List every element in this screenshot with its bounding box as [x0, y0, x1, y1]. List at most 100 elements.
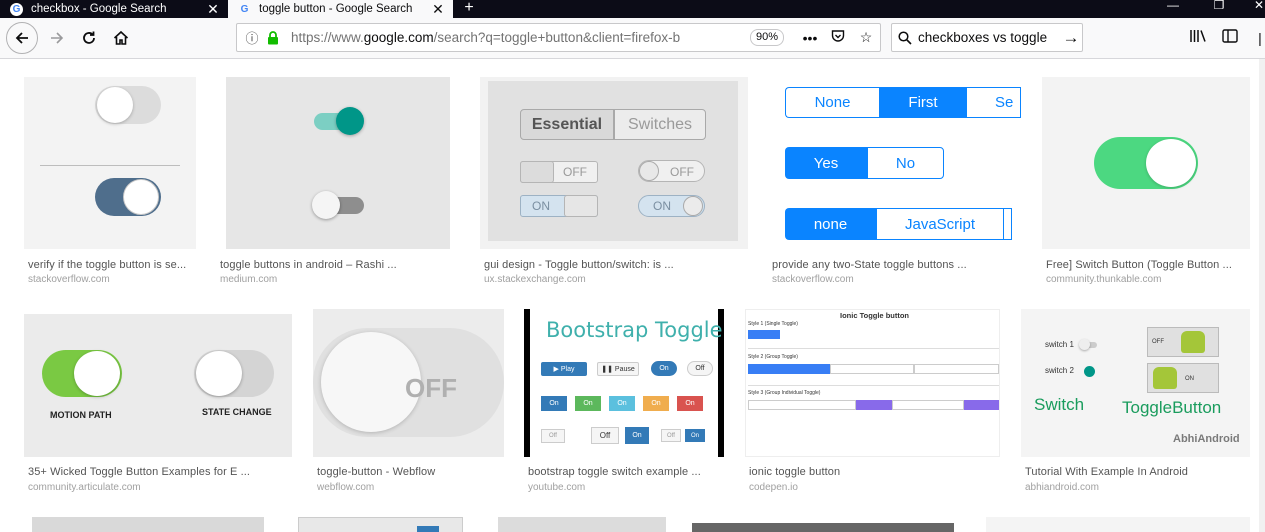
search-icon: [892, 30, 918, 45]
ionic-individual-active: [856, 400, 892, 410]
result-thumbnail[interactable]: Bootstrap Toggle ▶ Play ❚❚ Pause On Off …: [524, 309, 724, 457]
bookmark-star-icon[interactable]: ☆: [852, 29, 880, 46]
url-text[interactable]: https://www.google.com/search?q=toggle+b…: [283, 30, 750, 45]
close-tab-icon[interactable]: ✕: [429, 1, 447, 18]
result-thumbnail[interactable]: OFF: [313, 309, 504, 457]
result-title[interactable]: 35+ Wicked Toggle Button Examples for E …: [28, 466, 250, 478]
result-thumbnail-partial[interactable]: [686, 517, 958, 532]
toggle-label-off: OFF: [405, 373, 457, 403]
result-thumbnail[interactable]: Essential Switches OFF OFF ON ON: [480, 77, 748, 249]
ionic-individual-item: [748, 400, 856, 410]
toggle-knob: [683, 196, 703, 216]
result-thumbnail-partial[interactable]: [298, 517, 463, 532]
result-thumbnail-partial[interactable]: [986, 517, 1250, 532]
result-thumbnail[interactable]: MOTION PATH STATE CHANGE: [24, 314, 292, 457]
result-source: community.thunkable.com: [1046, 274, 1162, 285]
toggle-label-on: ON: [532, 199, 550, 213]
ionic-style-3: Style 3 (Group Individual Toggle): [748, 390, 821, 396]
result-thumbnail[interactable]: None First Se Yes No none JavaScript: [768, 77, 1021, 249]
result-thumbnail[interactable]: [1042, 77, 1250, 249]
result-thumbnail[interactable]: switch 1 switch 2 OFF ON Switch ToggleBu…: [1021, 309, 1250, 457]
demo-on-info: On: [609, 396, 635, 411]
zoom-indicator[interactable]: 90%: [750, 29, 784, 46]
image-result-card[interactable]: Bootstrap Toggle ▶ Play ❚❚ Pause On Off …: [524, 309, 724, 499]
switch-knob: [1079, 339, 1090, 350]
result-title[interactable]: toggle-button - Webflow: [317, 466, 435, 478]
ionic-group-active: [748, 364, 830, 374]
pocket-icon[interactable]: [824, 29, 852, 46]
result-title[interactable]: Free] Switch Button (Toggle Button ...: [1046, 259, 1232, 271]
switch-knob: [1084, 366, 1095, 377]
result-thumbnail[interactable]: [216, 77, 459, 249]
image-result-card[interactable]: None First Se Yes No none JavaScript pro…: [768, 77, 1021, 292]
result-thumbnail[interactable]: [24, 77, 196, 249]
sidebar-icon[interactable]: [1218, 27, 1242, 49]
result-source: ux.stackexchange.com: [484, 274, 586, 285]
result-thumbnail[interactable]: Ionic Toggle button Style 1 (Single Togg…: [745, 309, 1000, 457]
url-prefix: https://www.: [291, 30, 364, 45]
result-title[interactable]: ionic toggle button: [749, 466, 840, 478]
tab-checkbox-search[interactable]: G checkbox - Google Search ✕: [0, 0, 228, 18]
url-bar[interactable]: ⓘ https://www.google.com/search?q=toggle…: [236, 23, 881, 52]
result-thumbnail-partial[interactable]: [32, 517, 264, 532]
togglebutton-off-label: OFF: [1152, 339, 1164, 345]
toggle-knob: [312, 191, 340, 219]
togglebutton-on-label: ON: [1185, 376, 1194, 382]
result-source: abhiandroid.com: [1025, 482, 1099, 493]
image-result-card[interactable]: toggle buttons in android – Rashi ... me…: [216, 77, 459, 292]
page-scrollbar[interactable]: [1259, 59, 1265, 532]
switch-2-label: switch 2: [1045, 366, 1074, 375]
image-result-card[interactable]: Ionic Toggle button Style 1 (Single Togg…: [745, 309, 1000, 499]
toggle-knob: [196, 351, 242, 396]
back-button[interactable]: [6, 22, 38, 54]
image-result-card[interactable]: OFF toggle-button - Webflow webflow.com: [313, 309, 504, 499]
image-result-card[interactable]: MOTION PATH STATE CHANGE 35+ Wicked Togg…: [24, 314, 292, 499]
segment-yes: Yes: [785, 147, 867, 179]
toggle-handle: [520, 161, 554, 183]
segment-none-lower: none: [785, 208, 876, 240]
result-source: stackoverflow.com: [772, 274, 854, 285]
home-icon: [113, 30, 129, 45]
image-results: verify if the toggle button is se... sta…: [0, 59, 1265, 532]
image-result-card[interactable]: verify if the toggle button is se... sta…: [24, 77, 196, 292]
tab-toggle-search[interactable]: G toggle button - Google Search ✕: [228, 0, 453, 18]
result-source: youtube.com: [528, 482, 586, 493]
result-title[interactable]: gui design - Toggle button/switch: is ..…: [484, 259, 674, 271]
thumbnail-bg: [226, 77, 450, 249]
new-tab-button[interactable]: +: [460, 0, 478, 18]
maximize-icon[interactable]: ❐: [1204, 0, 1234, 18]
reload-button[interactable]: [74, 23, 104, 53]
search-go-arrow-icon[interactable]: →: [1060, 28, 1082, 48]
result-title[interactable]: provide any two-State toggle buttons ...: [772, 259, 967, 271]
overflow-menu-icon[interactable]: |: [1254, 27, 1265, 49]
result-thumbnail-partial[interactable]: [498, 517, 666, 532]
page-actions-icon[interactable]: •••: [796, 30, 824, 46]
tab-title: toggle button - Google Search: [259, 3, 413, 15]
minimize-icon[interactable]: —: [1158, 0, 1188, 18]
demo-on-toggle: On: [651, 361, 677, 376]
home-button[interactable]: [106, 23, 136, 53]
demo-on-tiny: On: [685, 429, 705, 442]
toggle-knob: [1146, 139, 1196, 187]
toggle-handle: [564, 195, 598, 217]
tab-title: checkbox - Google Search: [31, 3, 167, 15]
image-result-card[interactable]: Free] Switch Button (Toggle Button ... c…: [1042, 77, 1250, 292]
info-icon[interactable]: ⓘ: [241, 28, 263, 47]
close-window-icon[interactable]: ✕: [1244, 0, 1265, 18]
switch-1-label: switch 1: [1045, 340, 1074, 349]
search-bar[interactable]: checkboxes vs toggle →: [891, 23, 1083, 52]
result-title[interactable]: toggle buttons in android – Rashi ...: [220, 259, 397, 271]
result-title[interactable]: bootstrap toggle switch example ...: [528, 466, 701, 478]
result-title[interactable]: Tutorial With Example In Android: [1025, 466, 1188, 478]
image-result-card[interactable]: Essential Switches OFF OFF ON ON gui des…: [480, 77, 748, 292]
forward-button[interactable]: [42, 23, 72, 53]
bootstrap-title: Bootstrap Toggle: [546, 318, 723, 342]
reload-icon: [83, 31, 95, 44]
search-input[interactable]: checkboxes vs toggle: [918, 30, 1060, 45]
library-icon[interactable]: [1186, 27, 1210, 49]
result-title[interactable]: verify if the toggle button is se...: [28, 259, 186, 271]
caption-state-change: STATE CHANGE: [202, 407, 272, 417]
lock-icon[interactable]: [263, 30, 283, 45]
image-result-card[interactable]: switch 1 switch 2 OFF ON Switch ToggleBu…: [1021, 309, 1250, 499]
close-tab-icon[interactable]: ✕: [204, 1, 222, 18]
